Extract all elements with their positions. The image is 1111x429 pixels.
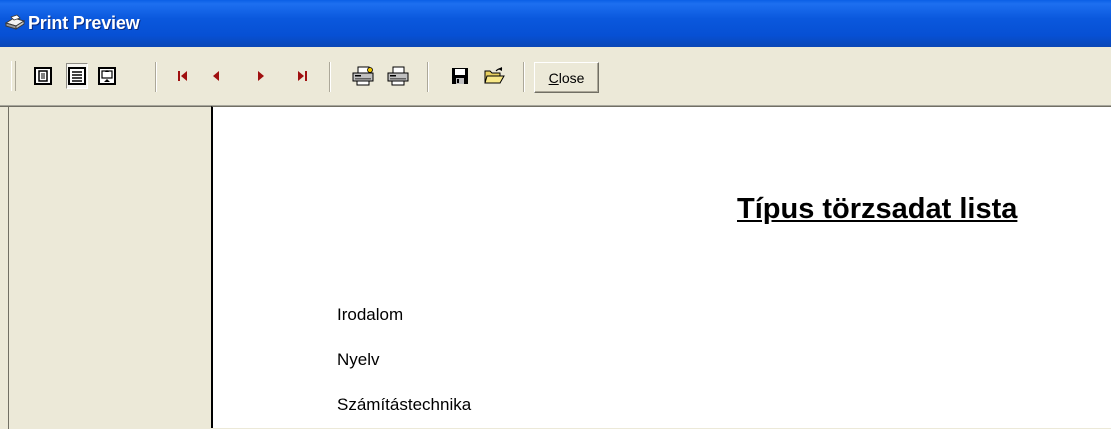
window-title: Print Preview <box>28 13 140 33</box>
list-item: Nyelv <box>337 350 380 369</box>
first-page-button[interactable] <box>172 63 194 89</box>
toolbar-separator <box>523 62 525 92</box>
print-setup-icon <box>352 66 374 86</box>
open-folder-icon <box>484 67 505 84</box>
close-button-mnemonic: C <box>548 69 559 86</box>
report-page[interactable]: Típus törzsadat lista Irodalom Nyelv Szá… <box>211 106 1111 428</box>
full-page-icon <box>98 67 116 85</box>
toolbar-separator <box>155 62 157 92</box>
previous-page-button[interactable] <box>205 63 227 89</box>
one-page-view-button[interactable] <box>32 63 54 89</box>
toolbar-grip[interactable] <box>11 61 16 91</box>
print-preview-app-icon <box>5 14 25 30</box>
open-button[interactable] <box>484 63 506 89</box>
page-width-view-button[interactable] <box>66 63 88 89</box>
close-button[interactable]: Close <box>534 62 599 93</box>
list-item: Irodalom <box>337 305 404 324</box>
next-page-icon <box>258 71 264 81</box>
full-page-view-button[interactable] <box>96 63 118 89</box>
report-title: Típus törzsadat lista <box>737 193 1018 225</box>
printer-icon <box>387 66 409 86</box>
next-page-button[interactable] <box>250 63 272 89</box>
side-pane-edge <box>8 107 9 429</box>
last-page-button[interactable] <box>291 63 313 89</box>
close-button-label: lose <box>558 69 585 86</box>
list-item: Számítástechnika <box>337 395 472 414</box>
title-bar[interactable]: Print Preview <box>0 0 1111 47</box>
last-page-icon <box>298 71 307 81</box>
print-setup-button[interactable] <box>352 63 374 89</box>
toolbar-separator <box>427 62 429 92</box>
one-page-icon <box>34 67 52 85</box>
floppy-disk-icon <box>452 68 468 84</box>
previous-page-icon <box>213 71 219 81</box>
toolbar-separator <box>329 62 331 92</box>
toolbar: Close <box>0 47 1111 106</box>
preview-side-pane <box>0 106 211 429</box>
save-button[interactable] <box>449 63 471 89</box>
first-page-icon <box>178 71 187 81</box>
print-button[interactable] <box>387 63 409 89</box>
page-width-icon <box>68 67 86 85</box>
